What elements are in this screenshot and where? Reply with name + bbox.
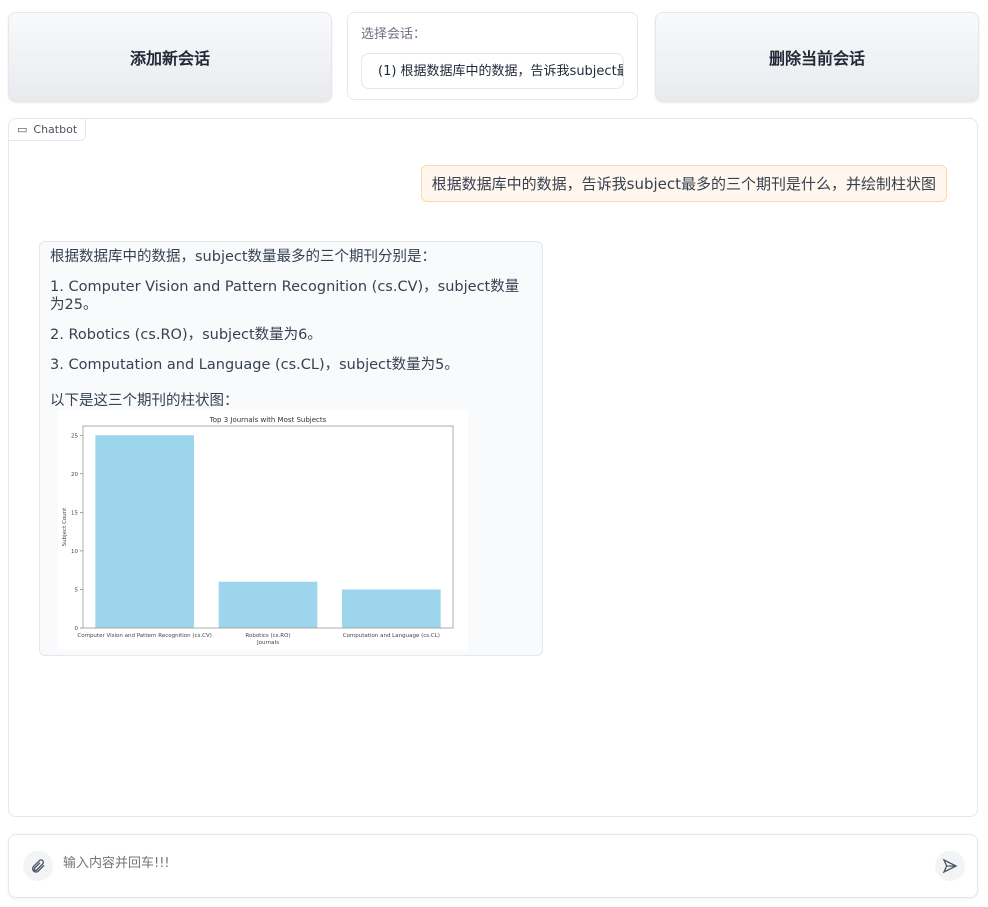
x-axis-label: Journals [256,640,279,646]
bot-line: 根据数据库中的数据，subject数量最多的三个期刊分别是： [50,249,437,265]
y-tick-label: 15 [71,510,78,516]
bar-chart-image: Top 3 Journals with Most Subjects Compute… [58,410,468,650]
bot-line: 以下是这三个期刊的柱状图： [50,393,239,409]
add-session-button[interactable]: 添加新会话 [8,12,332,102]
send-button[interactable] [935,851,965,881]
chart-title: Top 3 Journals with Most Subjects [209,416,327,424]
send-icon [942,858,958,874]
chatbot-panel: ▭ Chatbot 根据数据库中的数据，告诉我subject最多的三个期刊是什么… [8,118,978,817]
bot-message: 根据数据库中的数据，subject数量最多的三个期刊分别是： 1. Comput… [39,241,543,656]
y-axis-label: Subject Count [62,507,68,546]
chatbot-label: Chatbot [33,123,78,136]
input-bar [8,834,978,898]
session-select-label: 选择会话： [361,27,427,42]
y-tick-label: 0 [75,626,79,632]
user-message: 根据数据库中的数据，告诉我subject最多的三个期刊是什么，并绘制柱状图 [420,165,947,202]
bar-chart: Top 3 Journals with Most Subjects Compute… [62,416,454,646]
y-tick-label: 20 [71,472,78,478]
session-dropdown[interactable]: (1) 根据数据库中的数据，告诉我subject最多的三个期刊是什么，并绘制柱状… [361,53,624,89]
message-input[interactable] [61,855,925,872]
bar-2 [342,589,441,628]
x-tick-label: Computer Vision and Pattern Recognition … [77,633,212,639]
x-tick-label: Computation and Language (cs.CL) [343,633,440,639]
y-tick-label: 5 [75,587,79,593]
session-select: 选择会话： (1) 根据数据库中的数据，告诉我subject最多的三个期刊是什么… [347,12,638,100]
chatbot-tag: ▭ Chatbot [9,119,87,141]
x-tick-label: Robotics (cs.RO) [245,633,290,639]
delete-session-button[interactable]: 删除当前会话 [655,12,979,102]
bar-1 [218,581,318,628]
y-tick-label: 10 [71,549,78,555]
attach-button[interactable] [23,851,53,881]
bot-line: 3. Computation and Language (cs.CL)，subj… [50,357,459,373]
bot-line: 2. Robotics (cs.RO)，subject数量为6。 [50,327,322,343]
paperclip-icon [32,859,45,873]
y-tick-label: 25 [71,433,78,439]
chat-bubble-icon: ▭ [17,123,28,136]
bar-0 [95,435,194,628]
bot-line: 1. Computer Vision and Pattern Recogniti… [50,279,520,313]
